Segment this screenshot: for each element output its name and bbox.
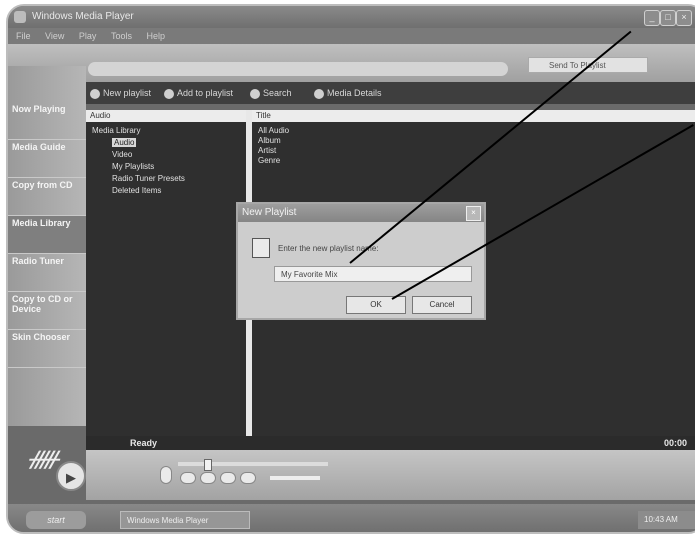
previous-button[interactable]: [180, 472, 196, 484]
mute-button[interactable]: [220, 472, 236, 484]
windows-logo-icon: ᚏ: [28, 446, 59, 471]
add-icon: [164, 88, 174, 99]
tree-item-my-playlists[interactable]: My Playlists: [112, 162, 154, 171]
menu-help[interactable]: Help: [146, 31, 165, 41]
maximize-button[interactable]: □: [660, 10, 676, 26]
shuffle-button[interactable]: [240, 472, 256, 484]
new-playlist-icon: [90, 88, 100, 99]
sidebar-item-copy-to-cd[interactable]: Copy to CD or Device: [8, 292, 86, 330]
list-item[interactable]: Artist: [258, 146, 276, 155]
media-player-window: Windows Media Player _ □ × File View Pla…: [6, 4, 695, 534]
library-tree: Audio Media Library Audio Video My Playl…: [86, 110, 246, 436]
tree-item-media-library[interactable]: Media Library: [92, 126, 140, 135]
cancel-button[interactable]: Cancel: [412, 296, 472, 314]
tree-header[interactable]: Audio: [86, 110, 246, 122]
new-playlist-button[interactable]: New playlist: [90, 82, 151, 104]
menu-view[interactable]: View: [45, 31, 64, 41]
search-button[interactable]: Search: [250, 82, 292, 104]
media-details-icon: [314, 88, 324, 99]
time-readout: 00:00: [664, 438, 688, 448]
status-bar: Ready 00:00: [86, 436, 695, 450]
next-button[interactable]: [200, 472, 216, 484]
dialog-title[interactable]: New Playlist: [238, 204, 484, 222]
new-playlist-dialog: New Playlist × Enter the new playlist na…: [236, 202, 486, 320]
media-player-icon: [14, 11, 26, 23]
list-item[interactable]: Genre: [258, 156, 280, 165]
features-taskbar: Now Playing Media Guide Copy from CD Med…: [8, 66, 86, 471]
tree-item-audio[interactable]: Audio: [112, 138, 137, 147]
start-button[interactable]: start: [26, 511, 86, 529]
menu-play[interactable]: Play: [79, 31, 97, 41]
minimize-button[interactable]: _: [644, 10, 660, 26]
ok-button[interactable]: OK: [346, 296, 406, 314]
sidebar-item-media-library[interactable]: Media Library: [8, 216, 86, 254]
dialog-close-button[interactable]: ×: [466, 206, 481, 221]
play-button[interactable]: ▶: [56, 461, 86, 491]
list-header-title[interactable]: Title: [252, 110, 695, 122]
sidebar-item-skin-chooser[interactable]: Skin Chooser: [8, 330, 86, 368]
title-bar[interactable]: Windows Media Player _ □ ×: [8, 6, 695, 28]
tree-item-radio-presets[interactable]: Radio Tuner Presets: [112, 174, 185, 183]
address-bar: [88, 62, 508, 76]
volume-slider[interactable]: [270, 476, 320, 480]
status-text: Ready: [130, 438, 158, 448]
seek-bar[interactable]: [178, 462, 328, 466]
tree-item-video[interactable]: Video: [112, 150, 132, 159]
add-to-playlist-button[interactable]: Add to playlist: [164, 82, 233, 104]
sidebar-item-radio-tuner[interactable]: Radio Tuner: [8, 254, 86, 292]
sidebar-item-now-playing[interactable]: Now Playing: [8, 102, 86, 140]
system-tray-clock: 10:43 AM: [638, 511, 695, 529]
list-item[interactable]: All Audio: [258, 126, 289, 135]
menu-bar: File View Play Tools Help: [8, 28, 695, 44]
close-button[interactable]: ×: [676, 10, 692, 26]
taskbar-media-player[interactable]: Windows Media Player: [120, 511, 250, 529]
sidebar-item-media-guide[interactable]: Media Guide: [8, 140, 86, 178]
list-item[interactable]: Album: [258, 136, 281, 145]
seek-thumb[interactable]: [204, 459, 212, 471]
search-icon: [250, 88, 260, 99]
playback-controls: [86, 450, 695, 500]
library-toolbar: New playlist Add to playlist Search Medi…: [86, 82, 695, 104]
sidebar-item-copy-from-cd[interactable]: Copy from CD: [8, 178, 86, 216]
menu-file[interactable]: File: [16, 31, 31, 41]
media-details-button[interactable]: Media Details: [314, 82, 382, 104]
window-title: Windows Media Player: [32, 11, 134, 22]
playlist-icon: [252, 238, 270, 258]
taskbar: [8, 504, 695, 532]
tree-item-deleted-items[interactable]: Deleted Items: [112, 186, 161, 195]
stop-button[interactable]: [160, 466, 172, 484]
menu-tools[interactable]: Tools: [111, 31, 132, 41]
